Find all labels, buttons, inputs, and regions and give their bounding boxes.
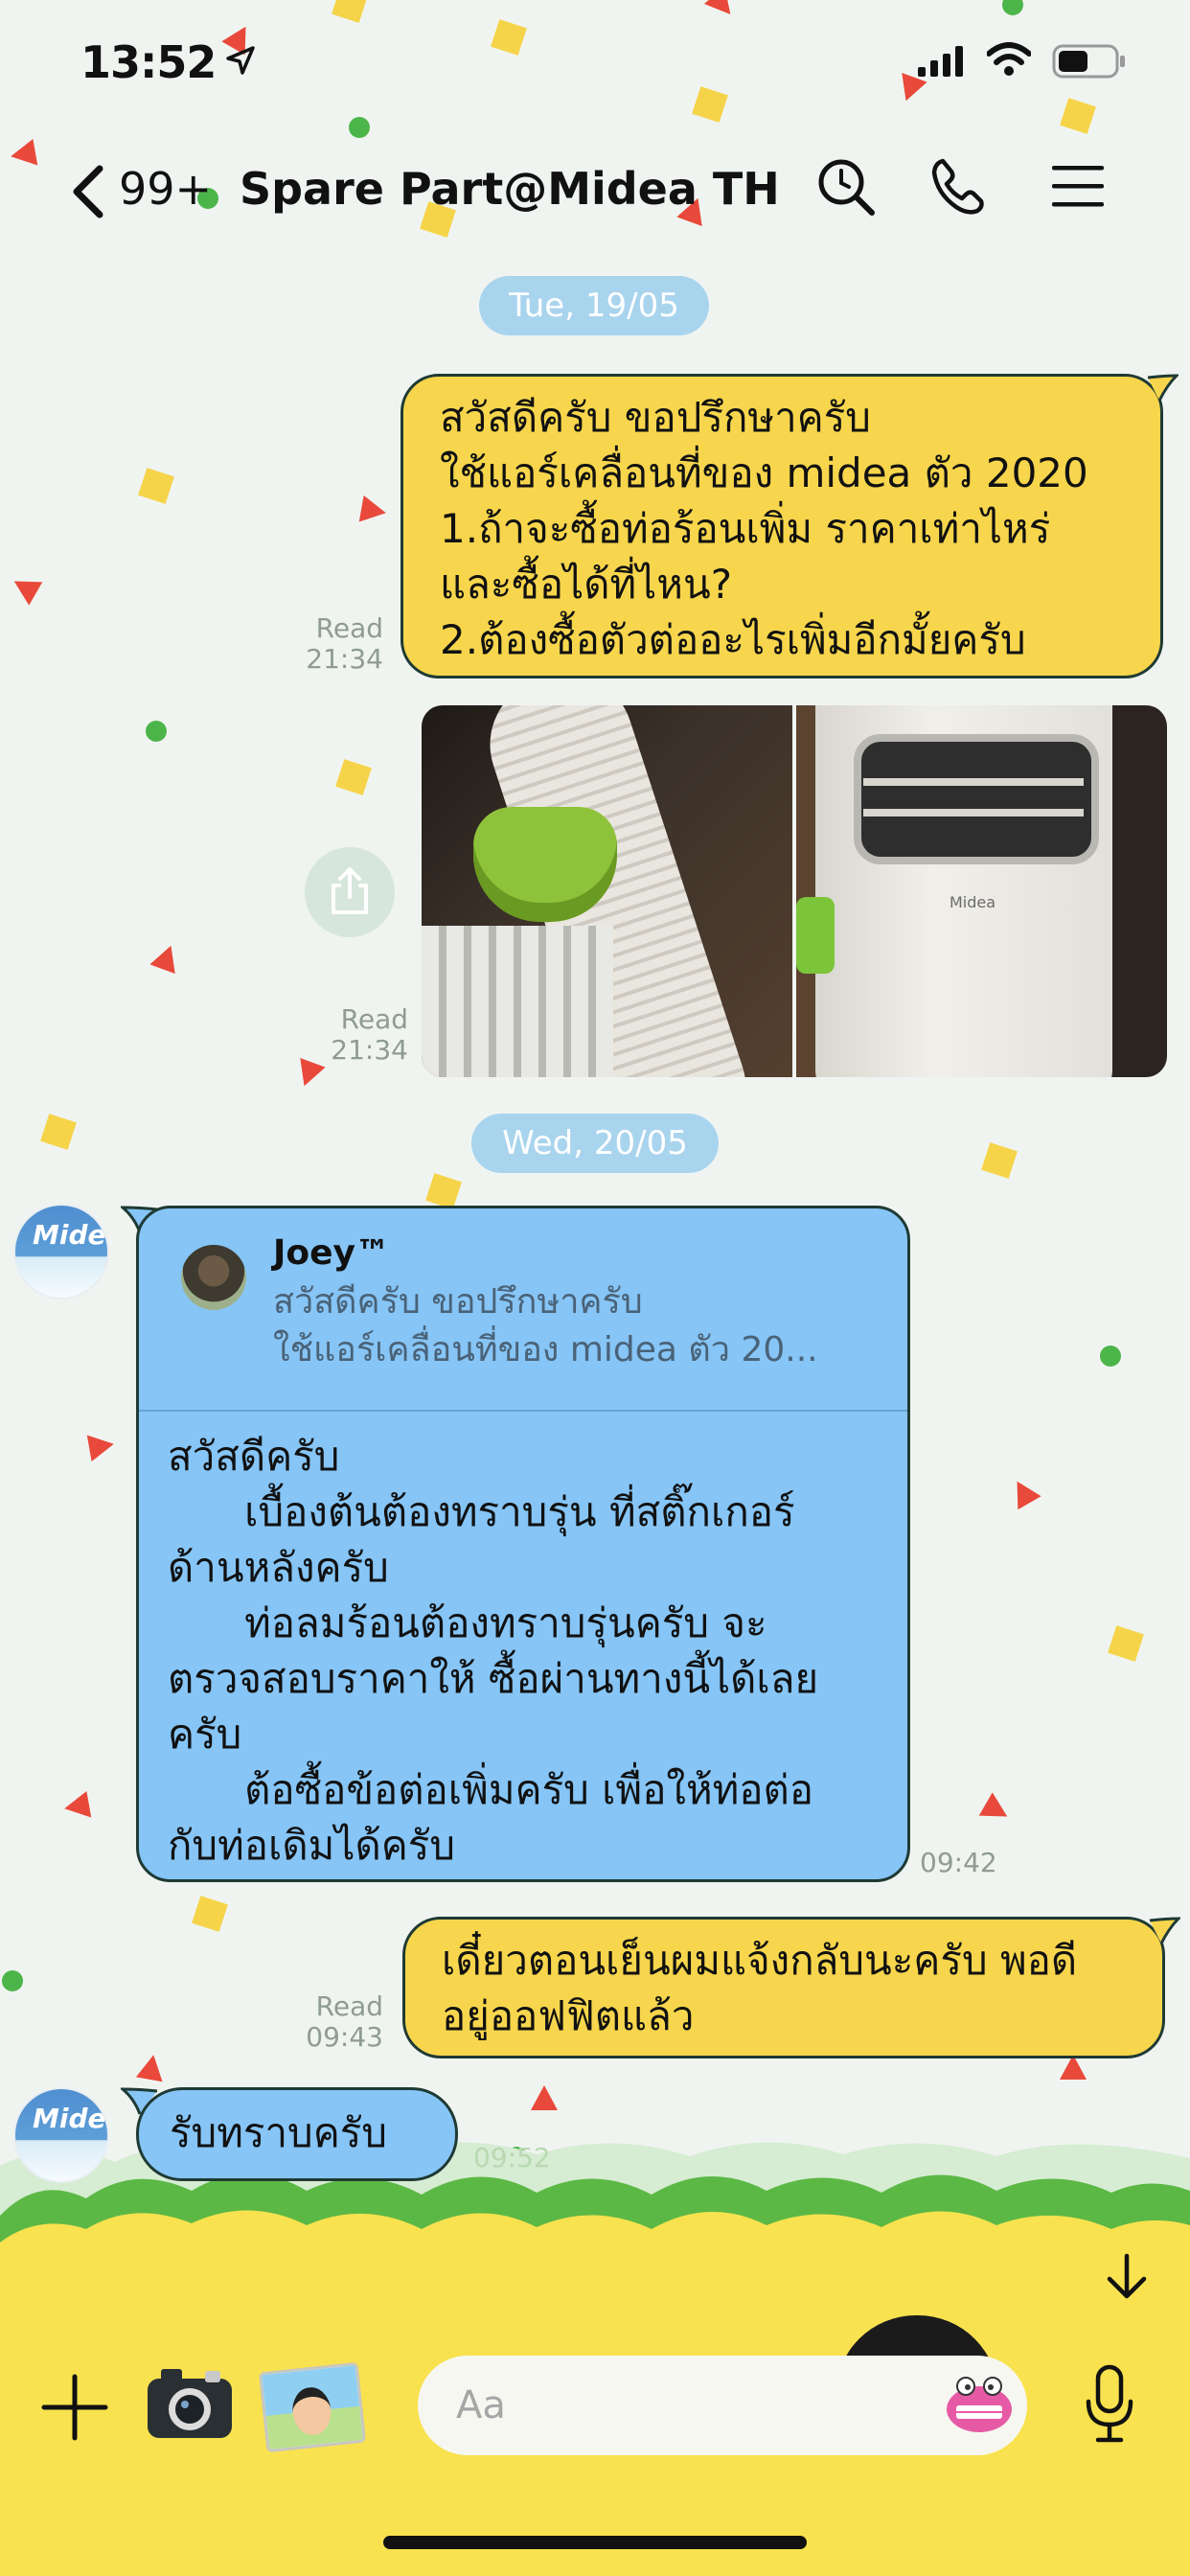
outgoing-message-bubble[interactable]: สวัสดีครับ ขอปรึกษาครับ ใช้แอร์เคลื่อนที… [400,374,1163,678]
share-button[interactable] [305,847,395,937]
reply-avatar [181,1245,246,1310]
sticker-icon[interactable] [943,2377,1016,2436]
message-time: 21:34 [331,1034,408,1066]
read-receipt: Read [315,1990,383,2022]
bubble-tail [1147,374,1179,402]
date-separator: Wed, 20/05 [471,1114,719,1173]
photo-icon[interactable] [258,2361,367,2453]
read-receipt: Read [340,1003,408,1035]
incoming-message-bubble[interactable]: Joey™ สวัสดีครับ ขอปรึกษาครับ ใช้แอร์เคล… [136,1206,910,1882]
read-receipt: Read [315,612,383,644]
message-text: เดี๋ยวตอนเย็นผมแจ้งกลับนะครับ พอดี อยู่อ… [442,1937,1078,2039]
avatar[interactable]: Midea [13,1204,109,1300]
plus-icon[interactable] [40,2373,109,2442]
avatar-logo-text: Midea [33,1219,107,1251]
message-time: 09:52 [473,2142,551,2174]
photo-brand-text: Midea [950,893,996,911]
message-time: 09:43 [306,2021,383,2053]
message-text: สวัสดีครับ ขอปรึกษาครับ ใช้แอร์เคลื่อนที… [440,394,1088,663]
message-text: สวัสดีครับ เบื้องต้นต้องทราบรุ่น ที่สติ๊… [168,1433,819,1869]
message-meta: Read 21:34 [278,613,383,675]
reply-sender-name: Joey™ [273,1233,391,1273]
battery-icon [1052,44,1125,79]
message-meta: Read 09:43 [278,1991,383,2053]
reply-snippet-line2: ใช้แอร์เคลื่อนที่ของ midea ตัว 20... [273,1330,818,1369]
message-meta: Read 21:34 [278,1004,408,1066]
photo-aircon[interactable]: Midea [796,705,1167,1077]
arrow-down-icon[interactable] [1106,2252,1148,2302]
photo-album[interactable]: Midea [422,705,1167,1077]
date-separator: Tue, 19/05 [479,276,709,335]
location-arrow-icon [226,46,255,75]
chat-header: 99+ Spare Part@Midea TH [0,144,1190,240]
home-indicator[interactable] [383,2536,807,2549]
unread-count[interactable]: 99+ [119,163,212,215]
cellular-signal-icon [918,46,963,77]
phone-icon[interactable] [929,157,989,217]
bubble-tail [1149,1917,1180,1944]
microphone-icon[interactable] [1083,2363,1136,2446]
camera-icon[interactable] [144,2361,236,2442]
search-icon[interactable] [816,157,876,217]
reply-snippet-line1: สวัสดีครับ ขอปรึกษาครับ [273,1282,643,1322]
hamburger-menu-icon[interactable] [1050,163,1106,211]
share-icon [332,867,368,914]
avatar-logo-text: Midea [33,2103,107,2134]
reply-preview[interactable]: Joey™ สวัสดีครับ ขอปรึกษาครับ ใช้แอร์เคล… [139,1208,907,1412]
message-time: 09:42 [920,1847,997,1878]
chevron-left-icon[interactable] [69,165,107,218]
outgoing-message-bubble[interactable]: เดี๋ยวตอนเย็นผมแจ้งกลับนะครับ พอดี อยู่อ… [402,1917,1165,2058]
photo-hose[interactable] [422,705,792,1077]
message-input[interactable] [418,2356,1027,2455]
wifi-icon [987,42,1031,76]
incoming-message-bubble[interactable]: รับทราบครับ [136,2087,458,2181]
status-time: 13:52 [80,36,217,88]
message-text: รับทราบครับ [170,2109,388,2156]
avatar[interactable]: Midea [13,2087,109,2183]
message-time: 21:34 [306,643,383,675]
chat-title: Spare Part@Midea TH [240,163,780,215]
